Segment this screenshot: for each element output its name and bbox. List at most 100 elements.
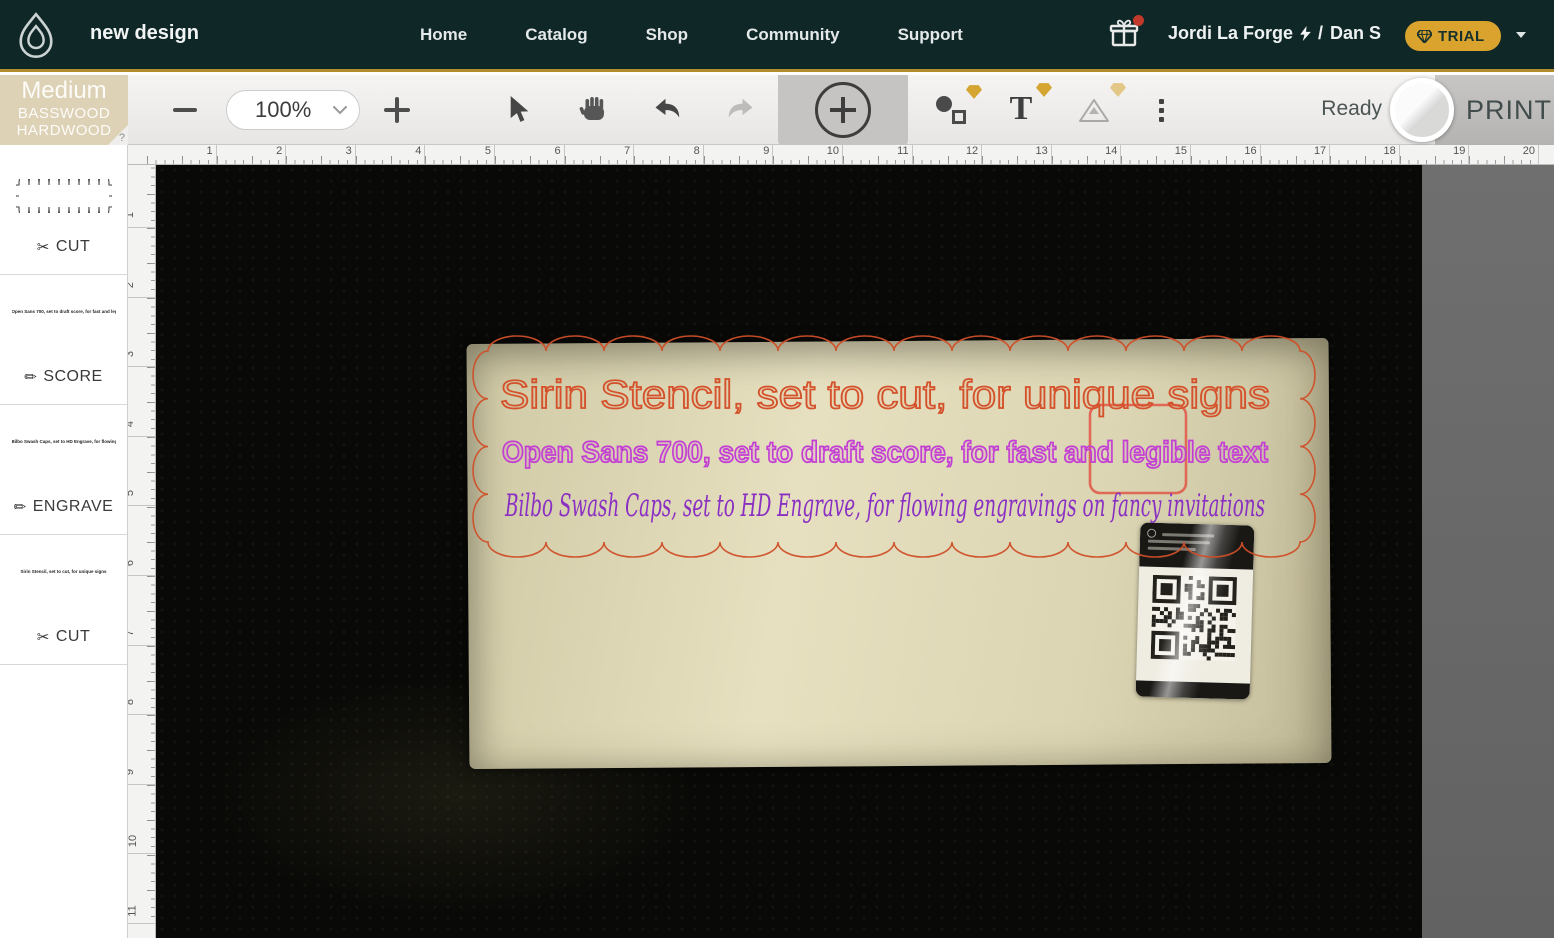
nav-support[interactable]: Support xyxy=(898,25,963,45)
select-tool-button[interactable] xyxy=(504,92,538,128)
ruler-mark-v: 8 xyxy=(128,646,156,716)
scissors-icon: ✂ xyxy=(37,238,50,256)
main-nav: Home Catalog Shop Community Support xyxy=(420,0,963,69)
material-selector[interactable]: Medium BASSWOOD HARDWOOD ? xyxy=(0,75,128,145)
ruler-mark-h: 10 xyxy=(773,145,843,165)
text-tool-button[interactable]: T xyxy=(1002,89,1040,129)
print-button[interactable] xyxy=(1390,78,1454,142)
notification-dot xyxy=(1133,15,1144,26)
step-cut-text[interactable]: Sirin Stencil, set to cut, for unique si… xyxy=(0,535,127,665)
glowforge-logo-icon[interactable] xyxy=(16,12,56,65)
redo-button[interactable] xyxy=(722,92,758,128)
step-engrave-text[interactable]: Bilbo Swash Caps, set to HD Engrave, for… xyxy=(0,405,127,535)
horizontal-ruler: 1234567891011121314151617181920 xyxy=(128,145,1554,165)
ruler-mark-v: 2 xyxy=(128,228,156,298)
shapes-tool-button[interactable] xyxy=(932,93,970,127)
undo-button[interactable] xyxy=(650,92,686,128)
printer-status: Ready xyxy=(1300,97,1382,121)
ruler-mark-v: 9 xyxy=(128,715,156,785)
zoom-value: 100% xyxy=(255,97,311,123)
ruler-mark-v: 7 xyxy=(128,576,156,646)
ruler-mark-h: 5 xyxy=(425,145,495,165)
material-help[interactable]: ? xyxy=(119,132,125,144)
design-title[interactable]: new design xyxy=(90,22,199,45)
app-root: new design Home Catalog Shop Community S… xyxy=(0,0,1554,938)
minus-icon xyxy=(173,108,197,112)
nav-home[interactable]: Home xyxy=(420,25,467,45)
pencil-icon: ✏ xyxy=(14,498,27,516)
zoom-out-button[interactable] xyxy=(170,95,200,125)
cursor-icon xyxy=(510,96,532,124)
print-label: PRINT xyxy=(1466,95,1552,126)
nav-community[interactable]: Community xyxy=(746,25,840,45)
ruler-mark-h: 2 xyxy=(217,145,287,165)
account-menu[interactable]: Jordi La Forge / Dan S xyxy=(1168,23,1381,44)
zoom-in-button[interactable] xyxy=(382,95,412,125)
add-artwork-button[interactable] xyxy=(815,82,871,138)
hand-icon xyxy=(579,96,609,124)
image-tool-button[interactable] xyxy=(1074,93,1114,127)
nav-catalog[interactable]: Catalog xyxy=(525,25,587,45)
sticker-glare xyxy=(1136,522,1255,699)
ruler-mark-v: 10 xyxy=(128,785,156,855)
step-thumbnail-text: Open Sans 700, set to draft score, for f… xyxy=(12,309,116,314)
step-score-text[interactable]: Open Sans 700, set to draft score, for f… xyxy=(0,275,127,405)
top-nav: new design Home Catalog Shop Community S… xyxy=(0,0,1554,72)
ruler-mark-h: 14 xyxy=(1052,145,1122,165)
user-name: Jordi La Forge xyxy=(1168,23,1293,44)
user-divider: / xyxy=(1318,23,1323,44)
pan-tool-button[interactable] xyxy=(576,92,612,128)
step-cut-border[interactable]: ✂ CUT xyxy=(0,145,127,275)
nav-shop[interactable]: Shop xyxy=(646,25,689,45)
trial-badge[interactable]: TRIAL xyxy=(1405,21,1501,51)
ruler-mark-v: 5 xyxy=(128,437,156,507)
ruler-mark-h: 9 xyxy=(704,145,774,165)
account-caret-icon[interactable] xyxy=(1516,32,1526,38)
ruler-mark-h: 20 xyxy=(1469,145,1539,165)
premium-gem-icon xyxy=(1110,83,1126,97)
outside-bed-area xyxy=(1422,165,1554,938)
ruler-mark-h: 13 xyxy=(982,145,1052,165)
scissors-icon: ✂ xyxy=(37,628,50,646)
material-name-line1: BASSWOOD xyxy=(0,105,128,122)
ruler-mark-h: 4 xyxy=(356,145,426,165)
trial-label: TRIAL xyxy=(1438,28,1485,45)
pencil-icon: ✏ xyxy=(24,368,37,386)
step-operation: ENGRAVE xyxy=(33,498,114,516)
toolbar: Medium BASSWOOD HARDWOOD ? 100% xyxy=(0,75,1554,145)
vertical-ruler: 1234567891011 xyxy=(128,165,156,938)
step-operation: SCORE xyxy=(43,368,102,386)
material-thickness: Medium xyxy=(0,77,128,105)
more-options-button[interactable] xyxy=(1148,93,1174,127)
ruler-mark-v: 3 xyxy=(128,298,156,368)
step-thumbnail xyxy=(0,179,127,213)
ruler-mark-h: 6 xyxy=(495,145,565,165)
partner-name: Dan S xyxy=(1330,23,1381,44)
ruler-mark-v: 11 xyxy=(128,855,156,925)
step-thumbnail-text: Bilbo Swash Caps, set to HD Engrave, for… xyxy=(12,439,116,444)
ruler-mark-h: 15 xyxy=(1121,145,1191,165)
ruler-mark-h: 11 xyxy=(843,145,913,165)
ruler-mark-v: 6 xyxy=(128,507,156,577)
ruler-mark-h: 8 xyxy=(634,145,704,165)
ruler-mark-h: 17 xyxy=(1261,145,1331,165)
undo-icon xyxy=(653,97,683,123)
gift-icon[interactable] xyxy=(1108,18,1142,52)
premium-gem-icon xyxy=(966,85,982,99)
zoom-level-dropdown[interactable]: 100% xyxy=(226,90,360,130)
chevron-down-icon xyxy=(333,106,347,115)
step-operation: CUT xyxy=(56,628,90,646)
ruler-mark-h: 7 xyxy=(565,145,635,165)
redo-icon xyxy=(725,97,755,123)
step-thumbnail-text: Sirin Stencil, set to cut, for unique si… xyxy=(20,569,106,574)
step-operation: CUT xyxy=(56,238,90,256)
ruler-mark-h: 19 xyxy=(1400,145,1470,165)
ruler-mark-h: 12 xyxy=(913,145,983,165)
ruler-mark-v: 1 xyxy=(128,165,156,228)
ruler-mark-h: 3 xyxy=(286,145,356,165)
premium-gem-icon xyxy=(1036,83,1052,97)
bed-canvas[interactable]: Sirin Stencil, set to cut, for unique si… xyxy=(156,165,1554,938)
text-tool-icon: T xyxy=(1010,92,1033,126)
image-mountain-icon xyxy=(1078,97,1110,123)
plus-icon xyxy=(384,97,410,123)
